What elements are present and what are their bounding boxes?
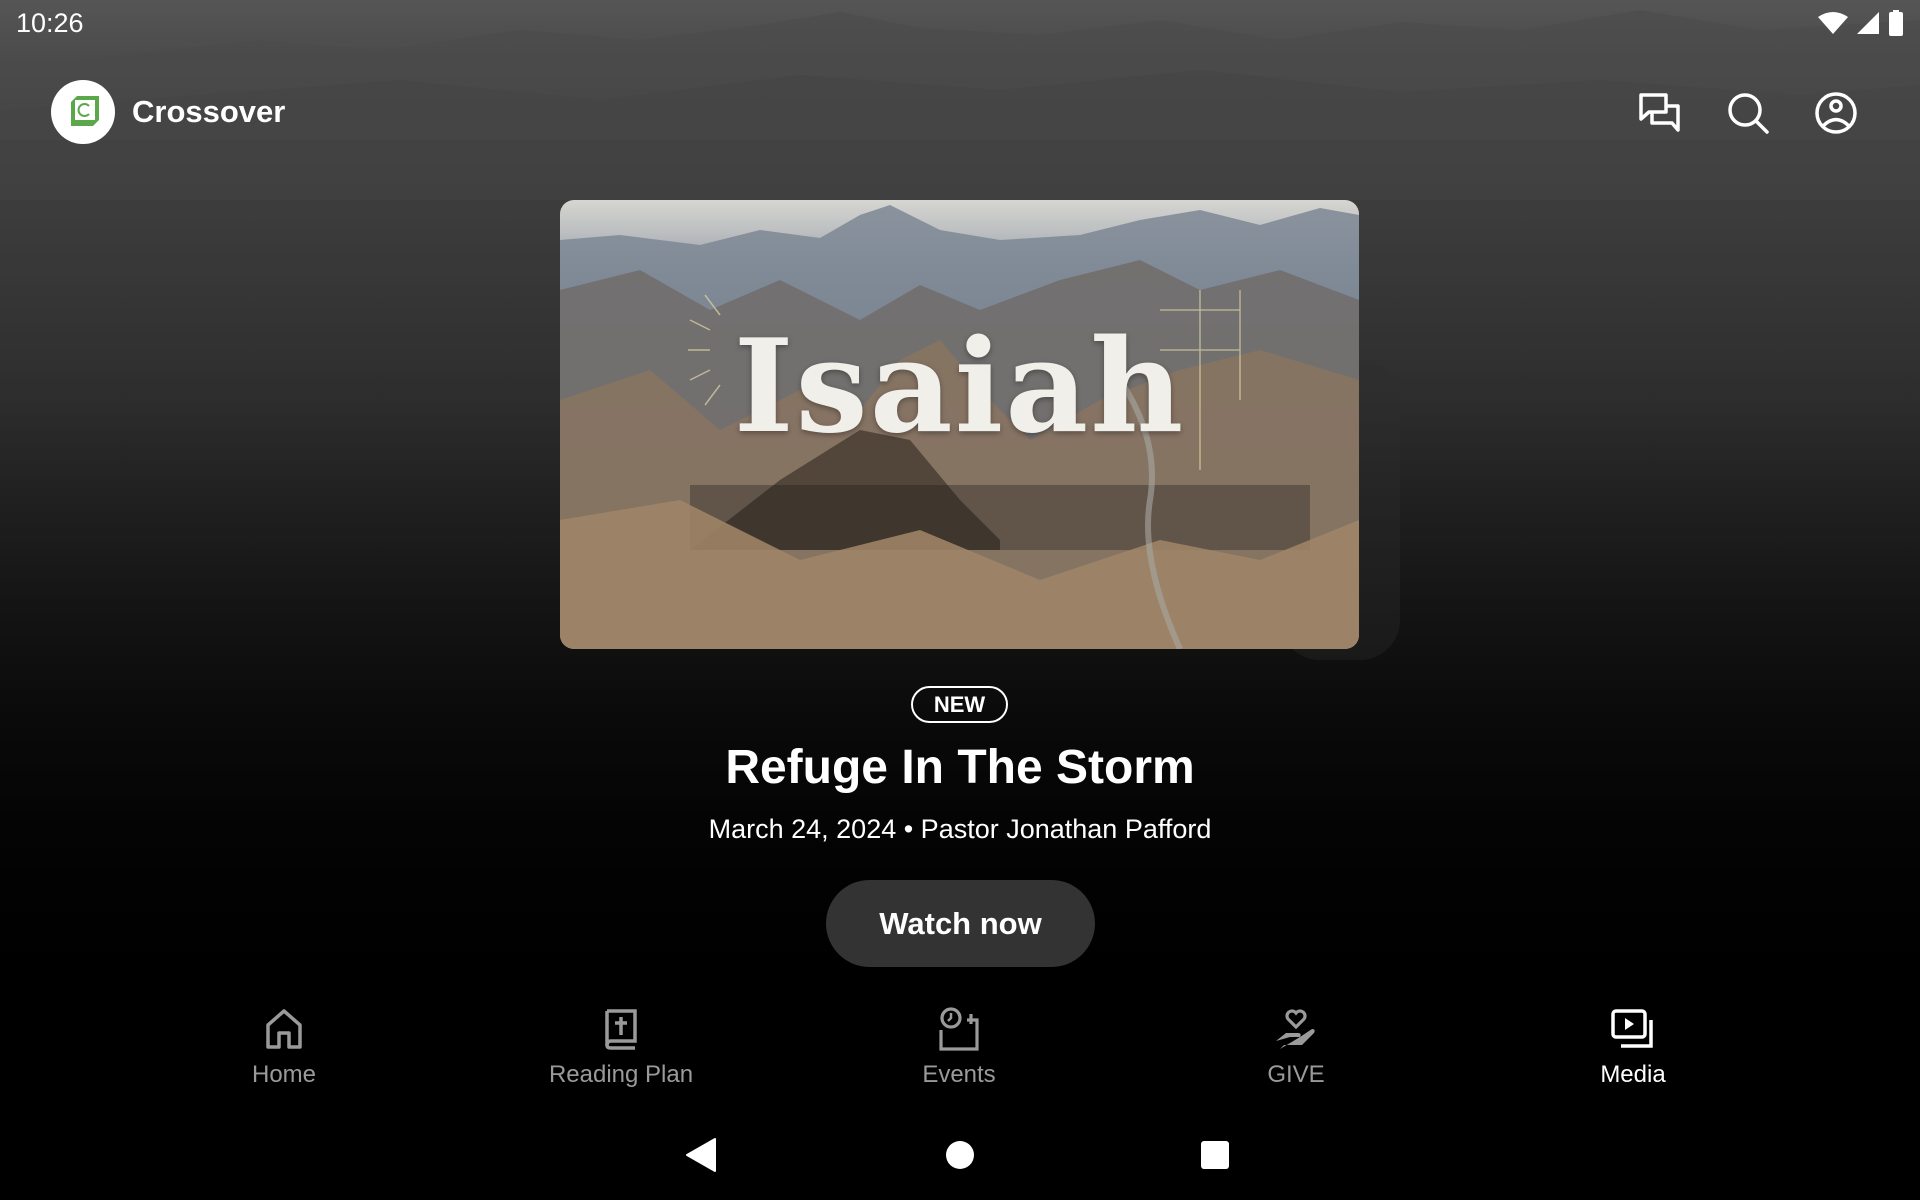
battery-icon: [1888, 10, 1904, 41]
status-time: 10:26: [16, 8, 84, 38]
nav-item-home[interactable]: Home: [174, 1005, 394, 1100]
system-back-button[interactable]: [677, 1130, 727, 1180]
sermon-title: Refuge In The Storm: [725, 741, 1195, 794]
app-name: Crossover: [132, 94, 286, 129]
home-circle-icon: [946, 1141, 974, 1169]
recents-icon: [1201, 1141, 1229, 1169]
search-icon: [1728, 93, 1769, 134]
status-bar: 10:26: [0, 0, 1920, 50]
nav-label: Media: [1600, 1061, 1666, 1088]
new-badge: NEW: [911, 686, 1008, 723]
wifi-icon: [1818, 11, 1848, 40]
nav-label: Reading Plan: [548, 1061, 694, 1088]
artwork-title: Isaiah: [733, 312, 1186, 462]
nav-label: Home: [251, 1061, 317, 1088]
search-button[interactable]: [1725, 90, 1771, 136]
nav-label: Events: [922, 1061, 996, 1088]
logo-icon: [71, 96, 99, 126]
calendar-clock-icon: [935, 1005, 983, 1053]
cell-signal-icon: [1856, 11, 1880, 40]
app-header: Crossover: [0, 70, 1920, 154]
system-home-button[interactable]: [935, 1130, 985, 1180]
nav-item-media[interactable]: Media: [1523, 1005, 1743, 1100]
sermon-meta: March 24, 2024 • Pastor Jonathan Pafford: [708, 814, 1212, 844]
back-icon: [686, 1138, 716, 1172]
media-library-icon: [1609, 1005, 1657, 1053]
nav-item-reading-plan[interactable]: Reading Plan: [511, 1005, 731, 1100]
profile-button[interactable]: [1813, 90, 1859, 136]
nav-label: GIVE: [1267, 1061, 1325, 1088]
chat-button[interactable]: [1637, 90, 1683, 136]
bottom-navigation: Home Reading Plan Events GIVE Media: [0, 995, 1920, 1105]
featured-artwork[interactable]: Isaiah: [560, 200, 1359, 649]
watch-now-button[interactable]: Watch now: [826, 880, 1095, 967]
nav-item-give[interactable]: GIVE: [1186, 1005, 1406, 1100]
system-navigation-bar: [0, 1110, 1920, 1200]
giving-hand-heart-icon: [1272, 1005, 1320, 1053]
chat-bubbles-icon: [1639, 93, 1680, 132]
nav-item-events[interactable]: Events: [849, 1005, 1069, 1100]
account-circle-icon: [1815, 92, 1857, 134]
bible-icon: [597, 1005, 645, 1053]
home-icon: [260, 1005, 308, 1053]
system-recents-button[interactable]: [1190, 1130, 1240, 1180]
crossover-logo[interactable]: [51, 80, 115, 144]
